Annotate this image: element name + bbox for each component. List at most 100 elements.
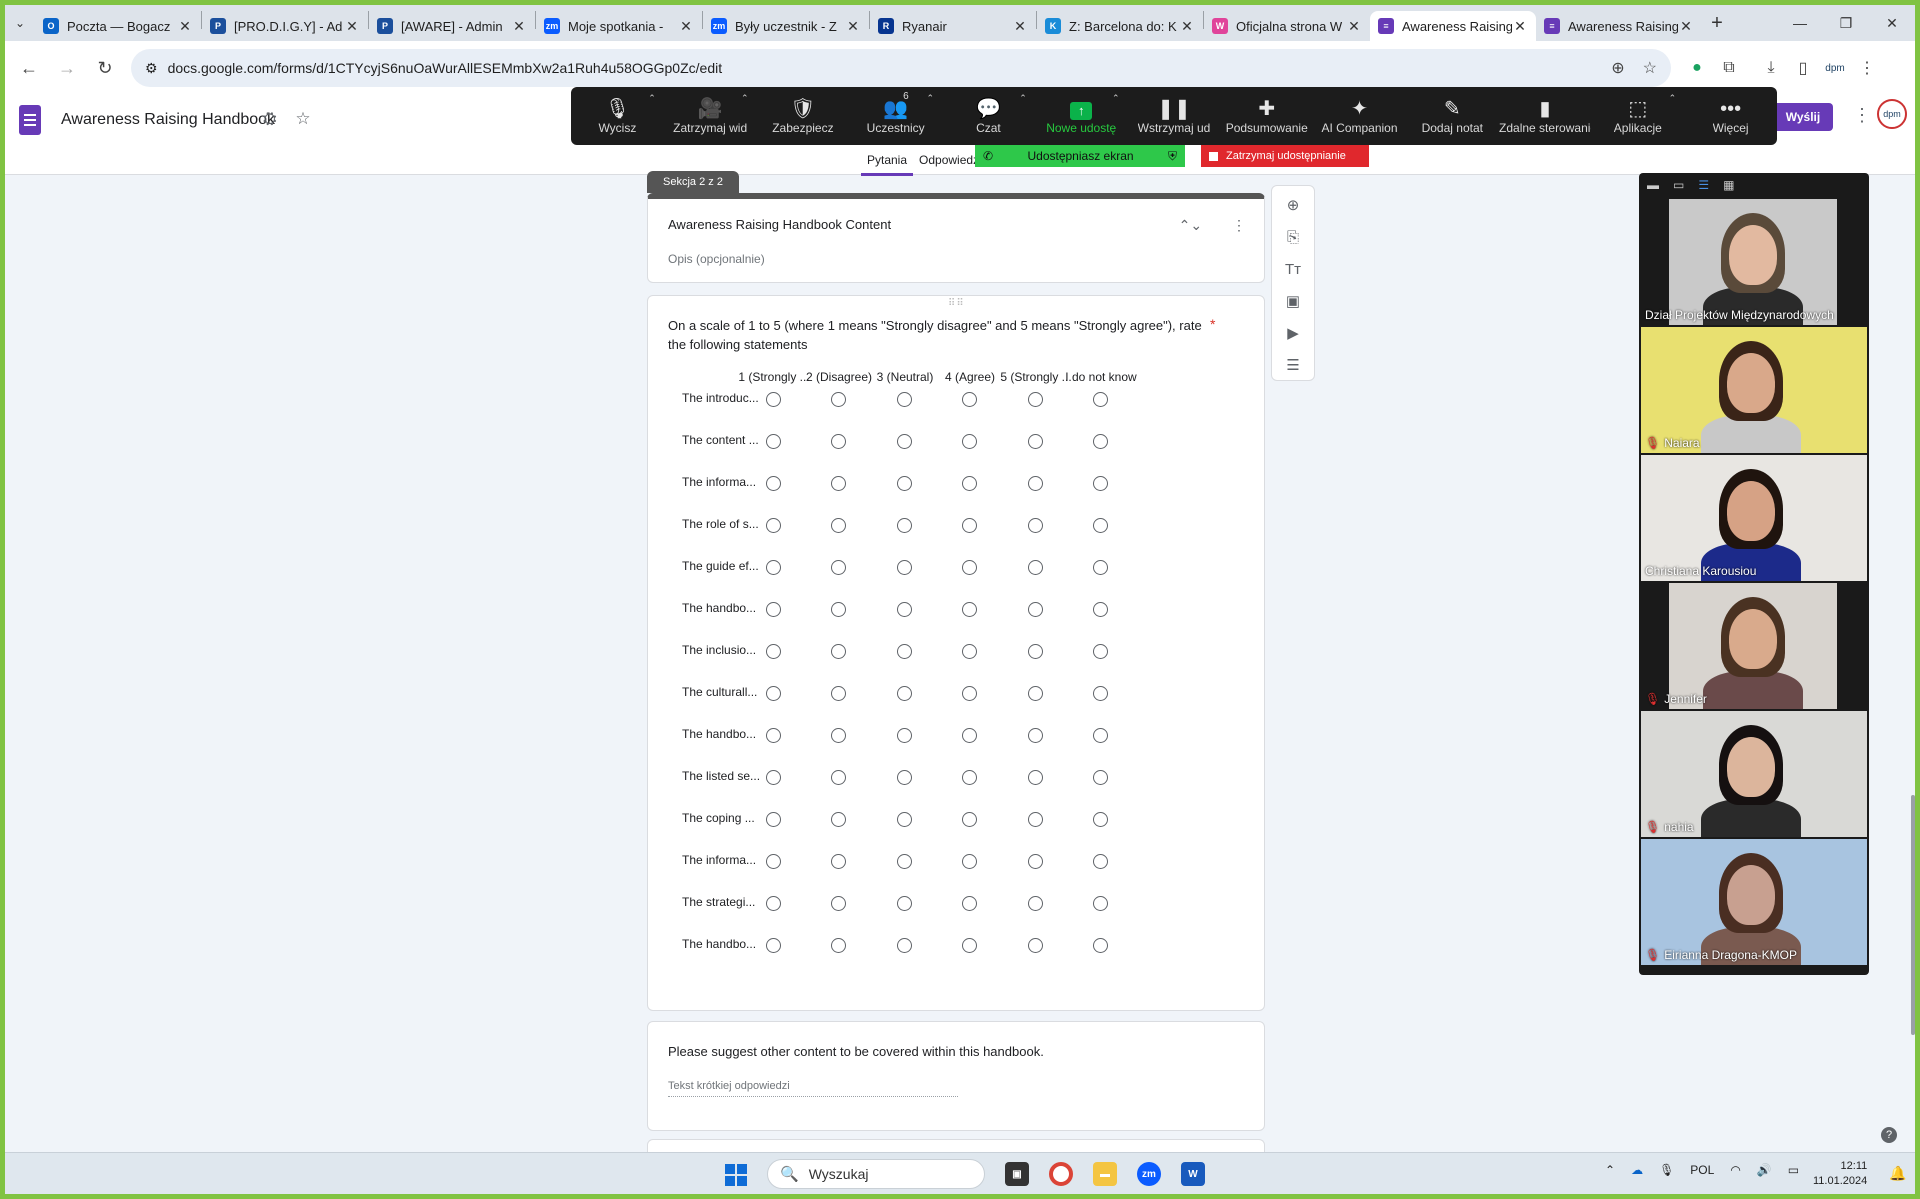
- grid-radio[interactable]: [1028, 602, 1043, 617]
- video-tile[interactable]: Christiana Karousiou: [1641, 455, 1867, 581]
- grid-radio[interactable]: [962, 434, 977, 449]
- grid-radio[interactable]: [897, 518, 912, 533]
- grid-radio[interactable]: [962, 560, 977, 575]
- add-title-icon[interactable]: Tт: [1272, 254, 1314, 286]
- add-video-icon[interactable]: ▶: [1272, 318, 1314, 350]
- grid-radio[interactable]: [1028, 686, 1043, 701]
- grid-radio[interactable]: [962, 518, 977, 533]
- close-tab-icon[interactable]: ✕: [344, 18, 360, 35]
- grid-radio[interactable]: [766, 644, 781, 659]
- grid-radio[interactable]: [1093, 644, 1108, 659]
- grid-radio[interactable]: [1093, 686, 1108, 701]
- task-view-icon[interactable]: ▣: [995, 1159, 1039, 1189]
- browser-tab[interactable]: ≡ Awareness Raising ✕: [1536, 11, 1702, 41]
- drag-handle-icon[interactable]: ⠿⠿: [948, 298, 965, 309]
- grid-radio[interactable]: [766, 560, 781, 575]
- browser-tab[interactable]: ≡ Awareness Raising ✕: [1370, 11, 1536, 41]
- page-scrollbar-thumb[interactable]: [1911, 795, 1915, 1035]
- grid-radio[interactable]: [962, 686, 977, 701]
- grid-radio[interactable]: [897, 728, 912, 743]
- maximize-icon[interactable]: ❐: [1823, 5, 1869, 41]
- grid-radio[interactable]: [1093, 518, 1108, 533]
- grid-radio[interactable]: [766, 938, 781, 953]
- grid-radio[interactable]: [1028, 392, 1043, 407]
- add-image-icon[interactable]: ▣: [1272, 286, 1314, 318]
- grid-radio[interactable]: [897, 770, 912, 785]
- grid-radio[interactable]: [962, 812, 977, 827]
- microphone-icon[interactable]: 🎙: [1659, 1163, 1674, 1177]
- move-to-folder-icon[interactable]: ⛭: [263, 109, 277, 128]
- file-explorer-icon[interactable]: ▬: [1083, 1159, 1127, 1189]
- grid-radio[interactable]: [897, 560, 912, 575]
- grid-radio[interactable]: [1093, 896, 1108, 911]
- new-tab-button[interactable]: +: [1702, 12, 1732, 35]
- grid-radio[interactable]: [766, 728, 781, 743]
- section-description[interactable]: Opis (opcjonalnie): [668, 252, 765, 266]
- grid-radio[interactable]: [766, 518, 781, 533]
- grid-radio[interactable]: [831, 644, 846, 659]
- browser-tab[interactable]: W Oficjalna strona W ✕: [1204, 11, 1370, 41]
- grid-radio[interactable]: [1028, 476, 1043, 491]
- close-tab-icon[interactable]: ✕: [1678, 18, 1694, 35]
- browser-tab[interactable]: P [AWARE] - Admin ✕: [369, 11, 535, 41]
- chevron-up-icon[interactable]: ⌃: [1019, 93, 1027, 104]
- grid-radio[interactable]: [831, 434, 846, 449]
- hide-video-icon[interactable]: ▭: [1673, 178, 1684, 192]
- zoom-toolbar-item[interactable]: 👥 Uczestnicy ⌃ 6: [849, 87, 942, 145]
- grid-radio[interactable]: [831, 854, 846, 869]
- word-icon[interactable]: W: [1171, 1159, 1215, 1189]
- zoom-toolbar-item[interactable]: ✚ Podsumowanie: [1220, 87, 1313, 145]
- grid-radio[interactable]: [897, 686, 912, 701]
- grid-radio[interactable]: [897, 644, 912, 659]
- grid-radio[interactable]: [1093, 392, 1108, 407]
- section-title[interactable]: Awareness Raising Handbook Content: [668, 217, 891, 232]
- zoom-toolbar-item[interactable]: ✎ Dodaj notat: [1406, 87, 1499, 145]
- taskbar-search[interactable]: 🔍 Wyszukaj: [767, 1159, 985, 1189]
- chevron-up-icon[interactable]: ⌃: [1669, 93, 1677, 104]
- close-tab-icon[interactable]: ✕: [1012, 18, 1028, 35]
- grid-radio[interactable]: [1028, 644, 1043, 659]
- video-tile[interactable]: 🎙 Eirianna Dragona-KMOP: [1641, 839, 1867, 965]
- language-indicator[interactable]: POL: [1690, 1163, 1714, 1177]
- zoom-toolbar-item[interactable]: 🎙 Wycisz ⌃: [571, 87, 664, 145]
- chevron-up-icon[interactable]: ⌃: [927, 93, 935, 104]
- send-button[interactable]: Wyślij: [1773, 103, 1833, 131]
- chevron-up-icon[interactable]: ⌃: [1112, 93, 1120, 104]
- grid-radio[interactable]: [831, 392, 846, 407]
- section-header-card[interactable]: Awareness Raising Handbook Content Opis …: [647, 193, 1265, 283]
- avatar[interactable]: dpm: [1877, 99, 1907, 129]
- strip-view-icon[interactable]: ☰: [1698, 178, 1709, 192]
- collapse-icon[interactable]: ⌃⌄: [1179, 217, 1202, 233]
- grid-radio[interactable]: [962, 644, 977, 659]
- close-tab-icon[interactable]: ✕: [1512, 18, 1528, 35]
- bookmark-star-icon[interactable]: ☆: [1643, 58, 1657, 78]
- chevron-up-icon[interactable]: ⌃: [648, 93, 656, 104]
- browser-tab[interactable]: P [PRO.D.I.G.Y] - Ad ✕: [202, 11, 368, 41]
- grid-radio[interactable]: [766, 770, 781, 785]
- zoom-app-icon[interactable]: zm: [1127, 1159, 1171, 1189]
- windows-start-icon[interactable]: [725, 1164, 747, 1186]
- grid-radio[interactable]: [1093, 476, 1108, 491]
- browser-tab[interactable]: zm Były uczestnik - Z ✕: [703, 11, 869, 41]
- chevron-up-icon[interactable]: ⌃: [741, 93, 749, 104]
- zoom-toolbar-item[interactable]: ▮ Zdalne sterowanie: [1499, 87, 1592, 145]
- volume-icon[interactable]: 🔊: [1757, 1163, 1772, 1177]
- zoom-toolbar-item[interactable]: ✦ AI Companion: [1313, 87, 1406, 145]
- side-panel-icon[interactable]: ▯: [1787, 52, 1819, 84]
- notifications-icon[interactable]: 🔔: [1889, 1165, 1906, 1182]
- grid-radio[interactable]: [1093, 938, 1108, 953]
- more-options-icon[interactable]: ⋮: [1853, 105, 1871, 126]
- onedrive-icon[interactable]: ☁: [1631, 1163, 1643, 1177]
- grid-radio[interactable]: [962, 938, 977, 953]
- grid-radio[interactable]: [766, 476, 781, 491]
- grid-radio[interactable]: [831, 602, 846, 617]
- address-bar[interactable]: ⚙ docs.google.com/forms/d/1CTYcyjS6nuOaW…: [131, 49, 1671, 87]
- grid-radio[interactable]: [897, 854, 912, 869]
- grid-radio[interactable]: [1093, 770, 1108, 785]
- close-tab-icon[interactable]: ✕: [177, 18, 193, 35]
- short-answer-card[interactable]: Please suggest other content to be cover…: [647, 1021, 1265, 1131]
- browser-tab[interactable]: O Poczta — Bogacz ✕: [35, 11, 201, 41]
- grid-radio[interactable]: [766, 854, 781, 869]
- grid-radio[interactable]: [1093, 560, 1108, 575]
- grid-radio[interactable]: [831, 476, 846, 491]
